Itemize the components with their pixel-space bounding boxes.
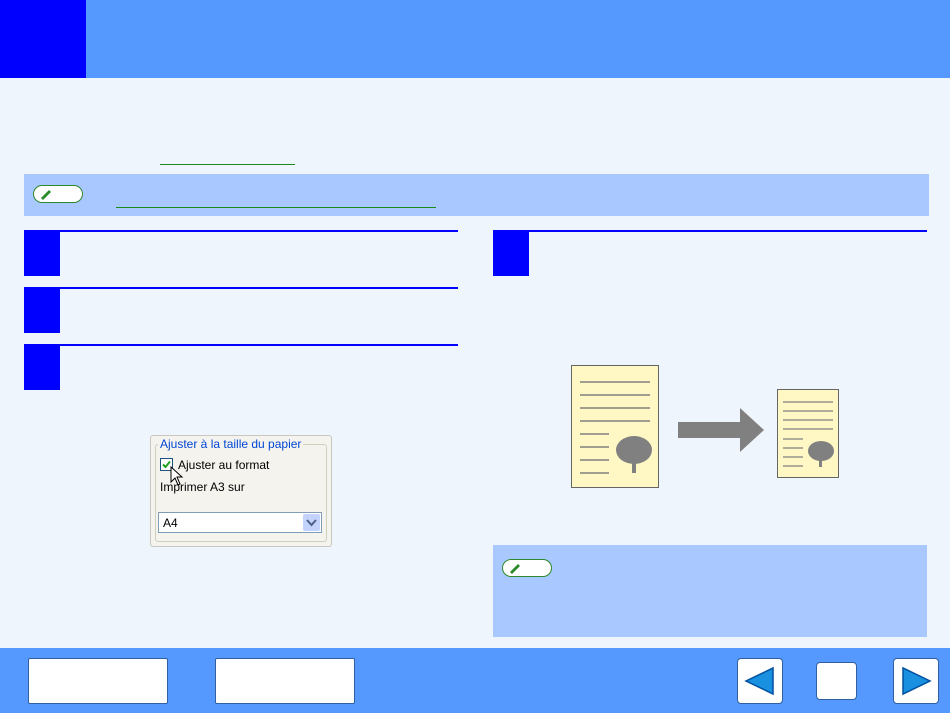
memo-banner (24, 174, 929, 216)
memo-icon (502, 559, 552, 577)
memo-link[interactable] (116, 207, 436, 208)
contents-button[interactable] (28, 658, 168, 704)
fit-to-page-label[interactable]: Ajuster au format (178, 458, 269, 472)
left-triangle-icon (744, 666, 774, 696)
paper-size-value: A4 (163, 516, 178, 530)
step-2-rule (24, 287, 458, 289)
paper-size-select[interactable]: A4 (158, 512, 322, 533)
index-button[interactable] (215, 658, 355, 704)
memo-note-box (493, 545, 927, 637)
tree-icon (616, 436, 652, 473)
page-header (0, 0, 950, 78)
step-1-rule (24, 230, 458, 232)
memo-icon (33, 185, 83, 203)
step-3-number (24, 346, 60, 390)
arrow-right-icon (678, 408, 764, 452)
chapter-marker (0, 0, 86, 78)
fit-to-paper-group-title: Ajuster à la taille du papier (158, 437, 304, 451)
chevron-down-icon[interactable] (303, 514, 320, 531)
mouse-pointer-icon (170, 466, 184, 486)
next-page-button[interactable] (893, 658, 939, 704)
step-3-rule (24, 344, 458, 346)
step-4-number (493, 232, 529, 276)
back-button[interactable] (816, 662, 857, 700)
large-page-illustration (571, 365, 659, 488)
step-2-number (24, 289, 60, 333)
intro-link[interactable] (160, 164, 295, 165)
right-triangle-icon (902, 666, 932, 696)
previous-page-button[interactable] (737, 658, 783, 704)
step-4-rule (493, 230, 927, 232)
step-1-number (24, 232, 60, 276)
tree-icon (808, 441, 834, 467)
reduced-page-illustration (777, 389, 839, 478)
